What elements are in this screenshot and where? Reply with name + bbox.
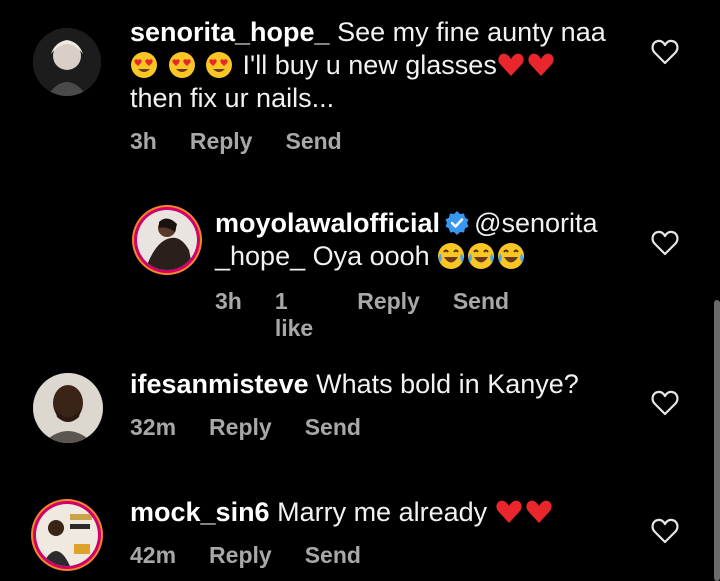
heart-eyes-emoji: [131, 52, 157, 78]
avatar-image: [36, 504, 98, 566]
send-button[interactable]: Send: [305, 414, 361, 441]
heart-outline-icon[interactable]: [651, 390, 679, 416]
comment-text: then fix ur nails...: [130, 83, 335, 113]
verified-badge-icon: [445, 211, 469, 235]
red-heart-emoji: [528, 53, 554, 76]
tears-of-joy-emoji: [438, 243, 465, 269]
comment-meta: 3h 1 like Reply Send: [215, 288, 542, 342]
heart-eyes-emoji: [206, 52, 233, 78]
red-heart-emoji: [496, 500, 522, 523]
timestamp: 32m: [130, 414, 177, 440]
username[interactable]: senorita_hope_: [130, 17, 330, 47]
comment-text: See my fine aunty naa: [329, 17, 606, 47]
comment-text: I'll buy u new glasses: [235, 50, 497, 80]
comment-text: Oya oooh: [305, 241, 438, 271]
avatar[interactable]: [137, 210, 197, 270]
avatar[interactable]: [33, 28, 101, 96]
send-button[interactable]: Send: [285, 128, 341, 155]
heart-outline-icon[interactable]: [651, 39, 679, 65]
reply-button[interactable]: Reply: [209, 414, 272, 441]
tears-of-joy-emoji: [498, 243, 525, 269]
red-heart-emoji: [526, 500, 552, 523]
timestamp: 3h: [215, 288, 242, 314]
reply-button[interactable]: Reply: [209, 542, 272, 569]
comment-text: Whats bold in Kanye?: [308, 369, 579, 399]
heart-eyes-emoji: [168, 52, 195, 78]
reply-button[interactable]: Reply: [190, 128, 253, 155]
send-button[interactable]: Send: [305, 542, 361, 569]
heart-outline-icon[interactable]: [651, 518, 679, 544]
heart-outline-icon[interactable]: [651, 230, 679, 256]
send-button[interactable]: Send: [453, 288, 509, 342]
timestamp: 3h: [130, 128, 157, 154]
scrollbar[interactable]: [714, 300, 720, 581]
red-heart-emoji: [498, 53, 524, 76]
avatar[interactable]: [33, 373, 103, 443]
username[interactable]: ifesanmisteve: [130, 369, 309, 399]
reply-button[interactable]: Reply: [357, 288, 420, 342]
username[interactable]: mock_sin6: [130, 497, 270, 527]
comment-meta: 42m Reply Send: [130, 542, 394, 569]
avatar-image: [137, 210, 197, 270]
tears-of-joy-emoji: [468, 243, 495, 269]
timestamp: 42m: [130, 542, 177, 568]
mention[interactable]: @senorita: [474, 208, 597, 238]
comment-meta: 32m Reply Send: [130, 414, 394, 441]
avatar-image: [33, 28, 101, 96]
avatar-image: [33, 373, 103, 443]
likes-count[interactable]: 1 like: [275, 288, 313, 342]
mention[interactable]: _hope_: [215, 241, 305, 271]
avatar[interactable]: [36, 504, 98, 566]
comment-meta: 3h Reply Send: [130, 128, 375, 155]
comment-text: Marry me already: [269, 497, 495, 527]
username[interactable]: moyolawalofficial: [215, 208, 440, 238]
